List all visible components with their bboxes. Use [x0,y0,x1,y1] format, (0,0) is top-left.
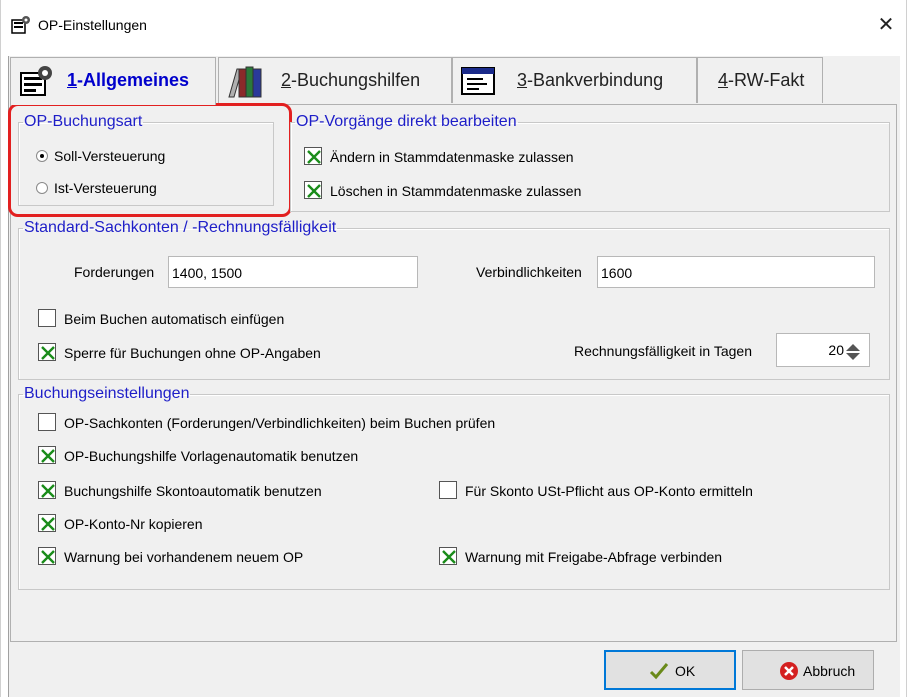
tab-rw-fakt-label: 4-RW-Fakt [718,70,805,90]
tab-bankverbindung-label: 3-Bankverbindung [517,70,664,90]
rechnungsfaelligkeit-value[interactable]: 20 [820,342,844,358]
checkbox-op-sachkonten-pruefen[interactable] [38,413,56,431]
tab-buchungshilfen[interactable]: 2-Buchungshilfen [218,57,452,103]
books-icon [225,63,265,99]
checkbox-auto-einfuegen[interactable] [38,309,56,327]
checkbox-vorlagenautomatik-label[interactable]: OP-Buchungshilfe Vorlagenautomatik benut… [64,448,358,464]
radio-soll-versteuerung-label[interactable]: Soll-Versteuerung [54,148,165,164]
spinner-down-arrow-icon[interactable] [846,353,860,360]
checkbox-vorlagenautomatik[interactable] [38,446,56,464]
window-border-left [0,0,1,697]
settings-dialog-icon [10,14,32,36]
checkbox-freigabe-abfrage[interactable] [439,547,457,565]
group-op-vorgaenge-legend: OP-Vorgänge direkt bearbeiten [296,113,517,130]
checkbox-warnung-neuer-op[interactable] [38,547,56,565]
checkbox-loeschen-label[interactable]: Löschen in Stammdatenmaske zulassen [330,183,581,199]
checkbox-freigabe-abfrage-label[interactable]: Warnung mit Freigabe-Abfrage verbinden [465,549,722,565]
cancel-icon [779,661,799,681]
checkbox-auto-einfuegen-label[interactable]: Beim Buchen automatisch einfügen [64,311,284,327]
checkbox-op-sachkonten-pruefen-label[interactable]: OP-Sachkonten (Forderungen/Verbindlichke… [64,415,495,431]
checkbox-loeschen[interactable] [304,181,322,199]
ok-button-label: OK [675,663,696,679]
tab-rw-fakt[interactable]: 4-RW-Fakt [697,57,823,103]
settings-icon [17,63,57,99]
checkbox-sperre-label[interactable]: Sperre für Buchungen ohne OP-Angaben [64,345,321,361]
checkbox-warnung-neuer-op-label[interactable]: Warnung bei vorhandenem neuem OP [64,549,303,565]
checkbox-skontoautomatik[interactable] [38,481,56,499]
tab-buchungshilfen-label: 2-Buchungshilfen [281,70,421,90]
radio-ist-versteuerung[interactable] [36,182,48,194]
rechnungsfaelligkeit-label: Rechnungsfälligkeit in Tagen [574,343,752,359]
checkbox-skontoautomatik-label[interactable]: Buchungshilfe Skontoautomatik benutzen [64,483,322,499]
radio-ist-versteuerung-label[interactable]: Ist-Versteuerung [54,180,157,196]
checkmark-icon [649,661,669,681]
verbindlichkeiten-label: Verbindlichkeiten [476,264,582,280]
verbindlichkeiten-input[interactable] [597,256,875,288]
checkbox-sperre[interactable] [38,343,56,361]
checkbox-skonto-ust-pflicht-label[interactable]: Für Skonto USt-Pflicht aus OP-Konto ermi… [465,483,753,499]
checkbox-aendern-label[interactable]: Ändern in Stammdatenmaske zulassen [330,149,574,165]
bank-window-icon [459,63,499,99]
ok-button[interactable]: OK [604,650,736,690]
spinner-up-arrow-icon[interactable] [846,344,860,351]
tab-bankverbindung[interactable]: 3-Bankverbindung [452,57,697,103]
group-standard-sachkonten-legend: Standard-Sachkonten / -Rechnungsfälligke… [24,219,337,236]
checkbox-aendern[interactable] [304,147,322,165]
forderungen-label: Forderungen [74,264,155,280]
checkbox-skonto-ust-pflicht[interactable] [439,481,457,499]
window-title: OP-Einstellungen [38,17,147,33]
group-buchungseinstellungen-legend: Buchungseinstellungen [24,385,190,402]
close-button[interactable]: ✕ [865,8,907,42]
forderungen-input[interactable] [168,256,418,288]
checkbox-op-konto-nr-kopieren[interactable] [38,514,56,532]
radio-soll-versteuerung[interactable] [36,150,48,162]
cancel-button-label: Abbruch [803,663,856,679]
checkbox-op-konto-nr-kopieren-label[interactable]: OP-Konto-Nr kopieren [64,516,203,532]
tab-allgemeines-label: 1-Allgemeines [67,70,190,90]
cancel-button[interactable]: Abbruch [742,650,874,690]
tab-allgemeines[interactable]: 1-Allgemeines [10,57,216,105]
